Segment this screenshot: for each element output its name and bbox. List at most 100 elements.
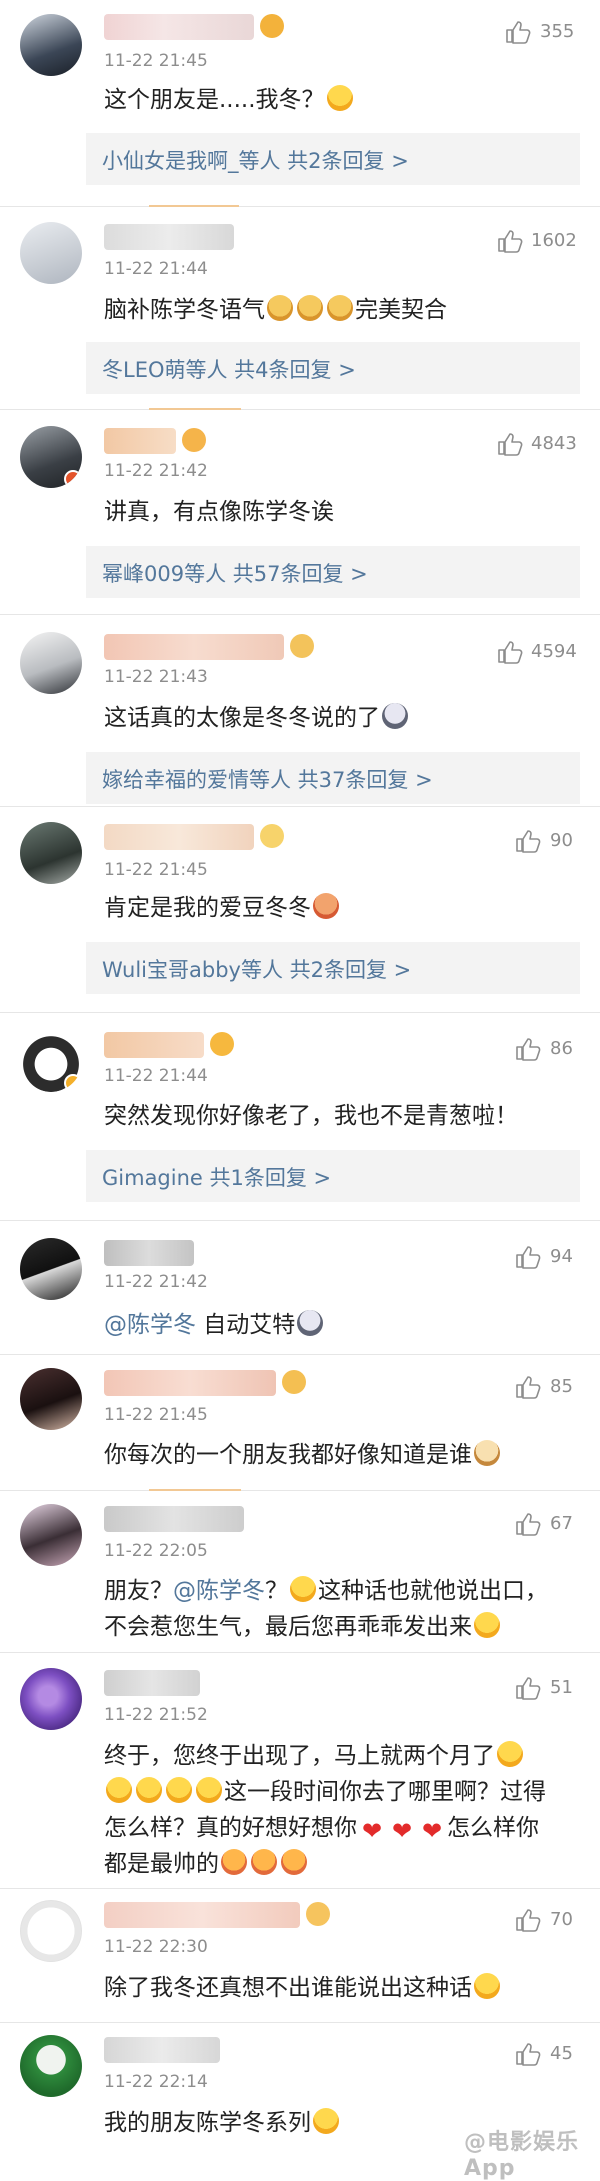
like-count: 51 <box>550 1677 573 1698</box>
mention-link[interactable]: @陈学冬 <box>104 1312 196 1338</box>
verified-badge-icon <box>64 470 82 488</box>
username-blurred[interactable] <box>104 224 234 250</box>
comment-text-body: 都是最帅的 <box>104 1851 219 1877</box>
comment-text-body: 朋友？ <box>104 1578 173 1604</box>
username-blurred[interactable] <box>104 1902 330 1928</box>
reply-summary-text[interactable]: 小仙女是我啊_等人 共2条回复 > <box>102 145 409 175</box>
mention-link[interactable]: @陈学冬 <box>173 1578 265 1604</box>
comment-text: 肯定是我的爱豆冬冬 <box>104 890 584 926</box>
comment-text-body: 怎么样？真的好想好想你 <box>104 1815 357 1841</box>
like-icon[interactable] <box>497 640 523 664</box>
comment-text-body: 这种话也就他说出口， <box>318 1578 548 1604</box>
like-count: 4594 <box>531 641 577 662</box>
reply-summary[interactable]: 小仙女是我啊_等人 共2条回复 > <box>86 133 580 185</box>
reply-summary[interactable]: Gimagine 共1条回复 > <box>86 1150 580 1202</box>
avatar[interactable] <box>20 632 82 694</box>
emoji-icon <box>306 1902 330 1926</box>
username-blurred[interactable] <box>104 1032 234 1058</box>
username-blurred[interactable] <box>104 1240 194 1266</box>
avatar[interactable] <box>20 1030 82 1092</box>
reply-summary[interactable]: Wuli宝哥abby等人 共2条回复 > <box>86 942 580 994</box>
reply-summary-text[interactable]: Gimagine 共1条回复 > <box>102 1162 331 1192</box>
duck-emoji-icon <box>474 1612 500 1638</box>
like-icon[interactable] <box>515 1245 541 1269</box>
avatar[interactable] <box>20 222 82 284</box>
username-blurred[interactable] <box>104 634 314 660</box>
comment-text-body: 怎么样你 <box>447 1815 539 1841</box>
like-count: 4843 <box>531 433 577 454</box>
comment-text-body: 这一段时间你去了哪里啊？过得 <box>224 1779 546 1805</box>
avatar[interactable] <box>20 1900 82 1962</box>
kiss-emoji-icon <box>281 1849 307 1875</box>
reply-summary-text[interactable]: 嫁给幸福的爱情等人 共37条回复 > <box>102 764 433 794</box>
reply-summary-text[interactable]: 冬LEO萌等人 共4条回复 > <box>102 354 356 384</box>
comment-time: 11-22 21:45 <box>104 51 208 71</box>
comment-time: 11-22 21:52 <box>104 1705 208 1725</box>
reply-summary-text[interactable]: Wuli宝哥abby等人 共2条回复 > <box>102 954 411 984</box>
comment-text-body: ？ <box>265 1578 288 1604</box>
comment-text-body: 这话真的太像是冬冬说的了 <box>104 705 380 731</box>
divider <box>0 2022 600 2023</box>
comment-text: 终于，您终于出现了，马上就两个月了 这一段时间你去了哪里啊？过得 怎么样？真的好… <box>104 1738 584 1882</box>
username-blurred[interactable] <box>104 428 206 454</box>
username-blurred[interactable] <box>104 824 284 850</box>
like-icon[interactable] <box>515 1512 541 1536</box>
like-icon[interactable] <box>497 229 523 253</box>
like-icon[interactable] <box>515 1037 541 1061</box>
comment-text: 这话真的太像是冬冬说的了 <box>104 700 584 736</box>
smile-emoji-icon <box>497 1741 523 1767</box>
comment-text-body: 除了我冬还真想不出谁能说出这种话 <box>104 1975 472 2001</box>
emoji-icon <box>210 1032 234 1056</box>
divider <box>0 1220 600 1221</box>
duck-emoji-icon <box>326 85 353 111</box>
comment-text: 这个朋友是.....我冬？ <box>104 82 584 118</box>
comment-text-body: 肯定是我的爱豆冬冬 <box>104 895 311 921</box>
comment-text: 突然发现你好像老了，我也不是青葱啦！ <box>104 1103 518 1129</box>
comment-time: 11-22 21:42 <box>104 461 208 481</box>
like-icon[interactable] <box>515 829 541 853</box>
divider <box>0 1012 600 1013</box>
divider-accent <box>149 1489 241 1491</box>
username-blurred[interactable] <box>104 2037 220 2063</box>
kiss-emoji-icon <box>251 1849 277 1875</box>
avatar[interactable] <box>20 426 82 488</box>
comment-time: 11-22 21:45 <box>104 1405 208 1425</box>
comment-text-body: 终于，您终于出现了，马上就两个月了 <box>104 1743 495 1769</box>
like-count: 94 <box>550 1246 573 1267</box>
smile-emoji-icon <box>106 1777 132 1803</box>
divider <box>0 1888 600 1889</box>
divider <box>0 614 600 615</box>
comment-time: 11-22 21:43 <box>104 667 208 687</box>
avatar[interactable] <box>20 1504 82 1566</box>
like-icon[interactable] <box>515 1676 541 1700</box>
emoji-icon <box>290 634 314 658</box>
like-icon[interactable] <box>515 2042 541 2066</box>
reply-summary[interactable]: 嫁给幸福的爱情等人 共37条回复 > <box>86 752 580 804</box>
like-icon[interactable] <box>515 1375 541 1399</box>
username-blurred[interactable] <box>104 1670 200 1696</box>
username-blurred[interactable] <box>104 14 284 40</box>
avatar[interactable] <box>20 822 82 884</box>
avatar[interactable] <box>20 14 82 76</box>
username-blurred[interactable] <box>104 1370 306 1396</box>
duck-emoji-icon <box>290 1576 316 1602</box>
avatar[interactable] <box>20 2035 82 2097</box>
reply-summary[interactable]: 冬LEO萌等人 共4条回复 > <box>86 342 580 394</box>
avatar[interactable] <box>20 1368 82 1430</box>
like-icon[interactable] <box>515 1908 541 1932</box>
like-icon[interactable] <box>505 20 531 44</box>
like-count: 70 <box>550 1909 573 1930</box>
like-icon[interactable] <box>497 432 523 456</box>
comment-time: 11-22 22:05 <box>104 1541 208 1561</box>
reply-summary[interactable]: 幂峰009等人 共57条回复 > <box>86 546 580 598</box>
avatar[interactable] <box>20 1238 82 1300</box>
reply-summary-text[interactable]: 幂峰009等人 共57条回复 > <box>102 558 368 588</box>
username-blurred[interactable] <box>104 1506 244 1532</box>
bear-emoji-icon <box>313 893 339 919</box>
comment-text-body: 你每次的一个朋友我都好像知道是谁 <box>104 1442 472 1468</box>
comment-text: @陈学冬 自动艾特 <box>104 1307 584 1343</box>
emoji-icon <box>260 824 284 848</box>
comment-text-body-b: 完美契合 <box>355 297 447 323</box>
emoji-icon <box>282 1370 306 1394</box>
avatar[interactable] <box>20 1668 82 1730</box>
